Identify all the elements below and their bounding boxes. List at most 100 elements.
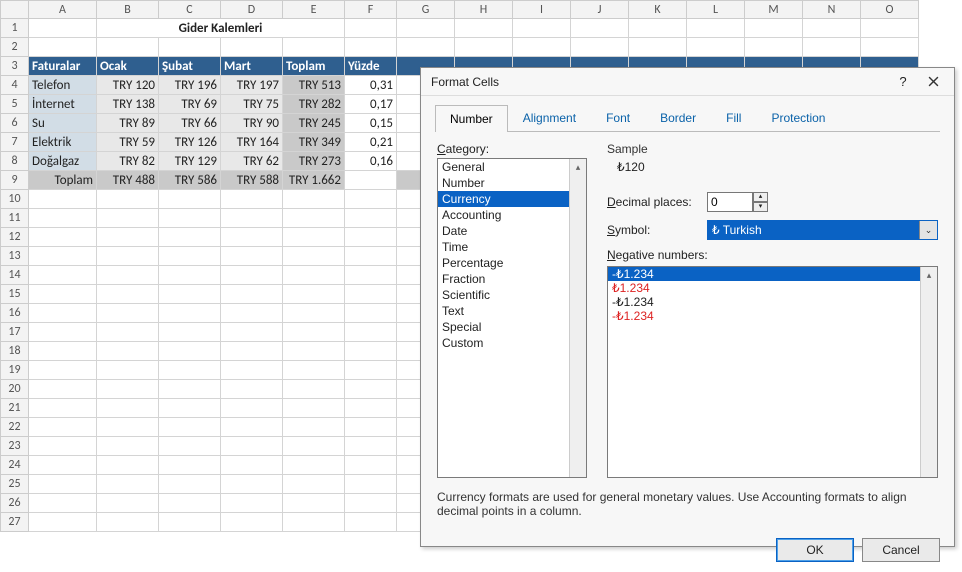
cell[interactable] (397, 19, 455, 38)
cell[interactable] (97, 342, 159, 361)
cell[interactable]: TRY 588 (221, 171, 283, 190)
cell[interactable] (571, 38, 629, 57)
chevron-down-icon[interactable]: ⌄ (919, 221, 937, 239)
cell[interactable] (345, 285, 397, 304)
scrollbar[interactable]: ▴ (920, 267, 937, 477)
row-name[interactable]: Telefon (29, 76, 97, 95)
col-header[interactable]: E (283, 1, 345, 19)
table-header[interactable]: Şubat (159, 57, 221, 76)
cell[interactable] (221, 456, 283, 475)
cell[interactable] (29, 266, 97, 285)
tab-border[interactable]: Border (645, 104, 711, 131)
cell[interactable] (345, 190, 397, 209)
scrollbar[interactable]: ▴ (569, 159, 586, 477)
col-header[interactable]: I (513, 1, 571, 19)
cell[interactable] (803, 38, 861, 57)
cell[interactable] (345, 209, 397, 228)
cell[interactable] (283, 399, 345, 418)
cell[interactable]: TRY 164 (221, 133, 283, 152)
decimal-places-input[interactable] (707, 192, 753, 212)
dialog-titlebar[interactable]: Format Cells ? (421, 68, 954, 96)
cell[interactable] (345, 456, 397, 475)
tab-number[interactable]: Number (435, 105, 508, 132)
negative-format-item[interactable]: -₺1.234 (608, 267, 920, 281)
cell[interactable] (29, 190, 97, 209)
row-header[interactable]: 10 (1, 190, 29, 209)
cell[interactable] (345, 171, 397, 190)
spin-up-icon[interactable]: ▴ (753, 192, 768, 202)
cell[interactable] (97, 247, 159, 266)
cell[interactable] (283, 266, 345, 285)
cell[interactable] (159, 399, 221, 418)
cell[interactable] (345, 380, 397, 399)
tab-fill[interactable]: Fill (711, 104, 756, 131)
cell[interactable]: TRY 120 (97, 76, 159, 95)
cell[interactable] (29, 38, 97, 57)
row-name[interactable]: Doğalgaz (29, 152, 97, 171)
cell[interactable] (513, 38, 571, 57)
row-header[interactable]: 12 (1, 228, 29, 247)
cell[interactable]: TRY 1.662 (283, 171, 345, 190)
cell[interactable] (221, 361, 283, 380)
cell[interactable] (345, 418, 397, 437)
cell[interactable] (221, 266, 283, 285)
row-header[interactable]: 19 (1, 361, 29, 380)
cell[interactable]: 0,15 (345, 114, 397, 133)
cell[interactable] (687, 38, 745, 57)
spin-down-icon[interactable]: ▾ (753, 202, 768, 212)
tab-alignment[interactable]: Alignment (508, 104, 591, 131)
cell[interactable] (97, 209, 159, 228)
cell[interactable]: TRY 138 (97, 95, 159, 114)
cell[interactable]: TRY 126 (159, 133, 221, 152)
cell[interactable] (29, 361, 97, 380)
row-name[interactable]: İnternet (29, 95, 97, 114)
cell[interactable] (283, 38, 345, 57)
cell[interactable]: TRY 586 (159, 171, 221, 190)
cell[interactable] (97, 475, 159, 494)
cell[interactable] (97, 361, 159, 380)
scroll-up-icon[interactable]: ▴ (570, 159, 586, 175)
cell[interactable] (97, 494, 159, 513)
category-item[interactable]: Percentage (438, 255, 586, 271)
cell[interactable]: TRY 90 (221, 114, 283, 133)
cell[interactable]: 0,21 (345, 133, 397, 152)
row-header[interactable]: 20 (1, 380, 29, 399)
cell[interactable] (29, 247, 97, 266)
col-header[interactable]: C (159, 1, 221, 19)
cell[interactable] (345, 304, 397, 323)
cell[interactable] (283, 323, 345, 342)
cell[interactable] (159, 285, 221, 304)
cell[interactable] (345, 228, 397, 247)
cell[interactable] (283, 209, 345, 228)
cell[interactable] (159, 304, 221, 323)
cell[interactable] (97, 437, 159, 456)
table-header[interactable]: Mart (221, 57, 283, 76)
negative-format-item[interactable]: -₺1.234 (608, 295, 920, 309)
cell[interactable] (283, 475, 345, 494)
cell[interactable] (221, 418, 283, 437)
category-item[interactable]: Fraction (438, 271, 586, 287)
cell[interactable] (159, 456, 221, 475)
cell[interactable] (97, 285, 159, 304)
col-header[interactable]: J (571, 1, 629, 19)
cell[interactable]: TRY 196 (159, 76, 221, 95)
tab-protection[interactable]: Protection (756, 104, 840, 131)
category-item[interactable]: Accounting (438, 207, 586, 223)
cell[interactable] (283, 285, 345, 304)
cell[interactable] (397, 38, 455, 57)
cell[interactable] (29, 228, 97, 247)
cell[interactable] (629, 19, 687, 38)
col-header[interactable]: G (397, 1, 455, 19)
cell[interactable] (221, 228, 283, 247)
cell[interactable]: TRY 197 (221, 76, 283, 95)
category-item[interactable]: Currency (438, 191, 586, 207)
cell[interactable] (455, 19, 513, 38)
cell[interactable] (345, 437, 397, 456)
row-header[interactable]: 18 (1, 342, 29, 361)
col-header[interactable]: H (455, 1, 513, 19)
cell[interactable] (97, 38, 159, 57)
cell[interactable] (283, 247, 345, 266)
cell[interactable] (159, 494, 221, 513)
cell[interactable] (29, 285, 97, 304)
cell[interactable] (97, 399, 159, 418)
